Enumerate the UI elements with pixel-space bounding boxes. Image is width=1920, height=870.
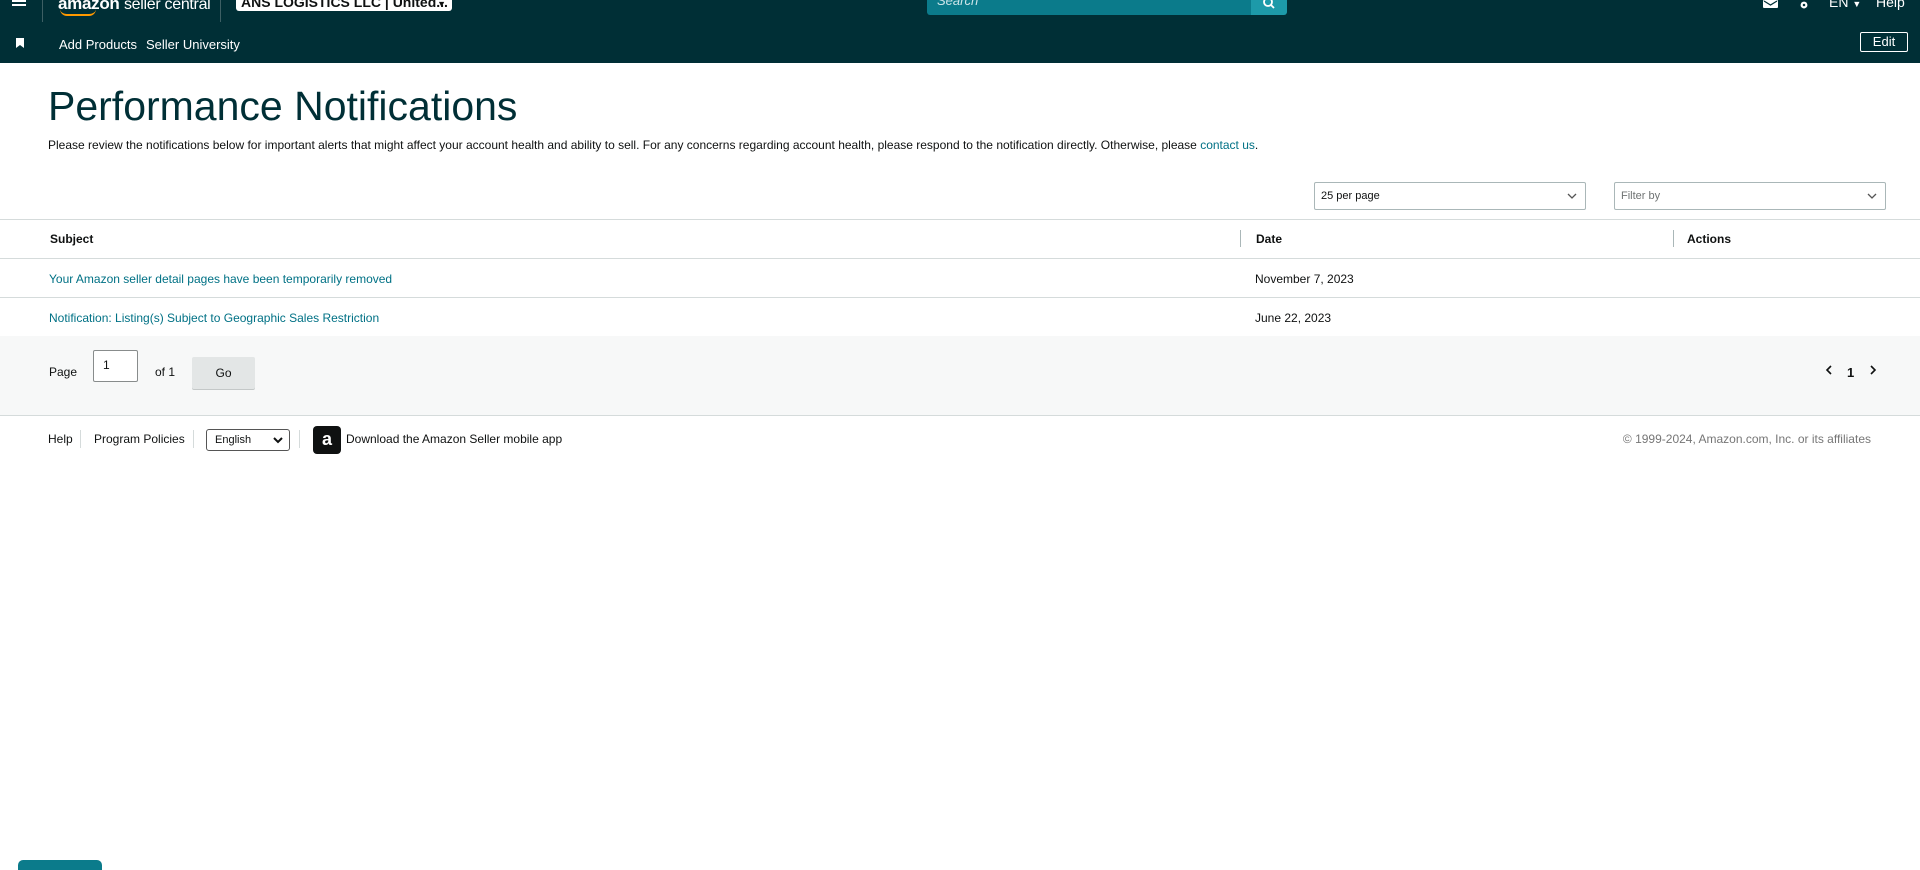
- hamburger-menu-icon[interactable]: [12, 0, 28, 8]
- current-page-number: 1: [1847, 365, 1855, 380]
- search-button[interactable]: [1251, 0, 1287, 15]
- chevron-left-icon[interactable]: [1825, 364, 1833, 376]
- divider: [220, 0, 221, 22]
- intro-body: Please review the notifications below fo…: [48, 138, 1201, 152]
- search-icon: [1263, 0, 1275, 9]
- amazon-smile-icon: [60, 9, 96, 16]
- contact-us-link[interactable]: contact us: [1200, 138, 1255, 152]
- caret-down-icon: ▼: [437, 0, 446, 9]
- download-app-link[interactable]: Download the Amazon Seller mobile app: [346, 432, 562, 446]
- edit-button[interactable]: Edit: [1860, 32, 1908, 52]
- page-label: Page: [49, 365, 78, 379]
- table-row: Notification: Listing(s) Subject to Geog…: [0, 298, 1920, 336]
- column-divider: [1240, 230, 1241, 247]
- column-header-date[interactable]: Date: [1256, 232, 1282, 246]
- help-link[interactable]: Help: [1876, 0, 1905, 10]
- language-selector[interactable]: EN ▼: [1829, 0, 1861, 10]
- footer-program-policies-link[interactable]: Program Policies: [94, 432, 185, 446]
- table-row: Your Amazon seller detail pages have bee…: [0, 259, 1920, 298]
- footer: Help Program Policies English a Download…: [0, 416, 1920, 466]
- top-navigation-bar: amazon seller central ANS LOGISTICS LLC …: [0, 0, 1920, 22]
- per-page-select[interactable]: 25 per page: [1314, 182, 1586, 210]
- mail-icon[interactable]: [1763, 0, 1778, 9]
- intro-end: .: [1254, 138, 1259, 152]
- divider: [193, 430, 194, 448]
- account-name: ANS LOGISTICS LLC | United...: [241, 0, 448, 10]
- bookmark-icon[interactable]: [16, 38, 24, 48]
- table-header-row: Subject Date Actions: [0, 220, 1920, 259]
- copyright-text: © 1999-2024, Amazon.com, Inc. or its aff…: [1622, 432, 1871, 446]
- chevron-down-icon: [1867, 193, 1877, 199]
- nav-link-add-products[interactable]: Add Products: [59, 37, 137, 52]
- intro-text: Please review the notifications below fo…: [48, 138, 1258, 152]
- chevron-down-icon: [1567, 193, 1577, 199]
- search-input[interactable]: Search: [927, 0, 1251, 15]
- divider: [80, 430, 81, 448]
- account-switcher[interactable]: ANS LOGISTICS LLC | United... ▼: [236, 0, 452, 11]
- filter-by-select[interactable]: Filter by: [1614, 182, 1886, 210]
- footer-help-link[interactable]: Help: [48, 432, 73, 446]
- notification-date: November 7, 2023: [1255, 272, 1354, 286]
- amazon-app-icon[interactable]: a: [313, 426, 341, 454]
- page-total-label: of 1: [155, 365, 176, 379]
- pagination-bar: Page 1 of 1 Go 1: [0, 336, 1920, 416]
- divider: [299, 430, 300, 448]
- language-label: EN: [1829, 0, 1849, 10]
- column-header-actions: Actions: [1687, 232, 1732, 246]
- feedback-tab[interactable]: [18, 860, 102, 870]
- notification-subject-link[interactable]: Notification: Listing(s) Subject to Geog…: [49, 311, 379, 325]
- column-header-subject[interactable]: Subject: [50, 232, 93, 246]
- caret-down-icon: ▼: [1852, 0, 1862, 9]
- chevron-right-icon[interactable]: [1869, 364, 1877, 376]
- go-button[interactable]: Go: [192, 357, 255, 389]
- page-number-input[interactable]: 1: [93, 350, 138, 382]
- page-title: Performance Notifications: [48, 83, 518, 129]
- per-page-value: 25 per page: [1321, 190, 1380, 202]
- footer-language-select[interactable]: English: [206, 429, 290, 451]
- column-divider: [1673, 230, 1674, 247]
- nav-link-seller-university[interactable]: Seller University: [146, 37, 240, 52]
- secondary-navigation: Add Products Seller University Edit: [0, 22, 1920, 63]
- divider: [42, 0, 43, 22]
- footer-language-value: English: [215, 434, 252, 446]
- gear-icon[interactable]: [1796, 0, 1812, 10]
- logo-subtext: seller central: [123, 0, 211, 13]
- notifications-table: Subject Date Actions Your Amazon seller …: [0, 219, 1920, 337]
- filter-placeholder: Filter by: [1621, 190, 1661, 202]
- chevron-down-icon: [273, 437, 283, 444]
- notification-date: June 22, 2023: [1255, 311, 1332, 325]
- notification-subject-link[interactable]: Your Amazon seller detail pages have bee…: [49, 272, 392, 286]
